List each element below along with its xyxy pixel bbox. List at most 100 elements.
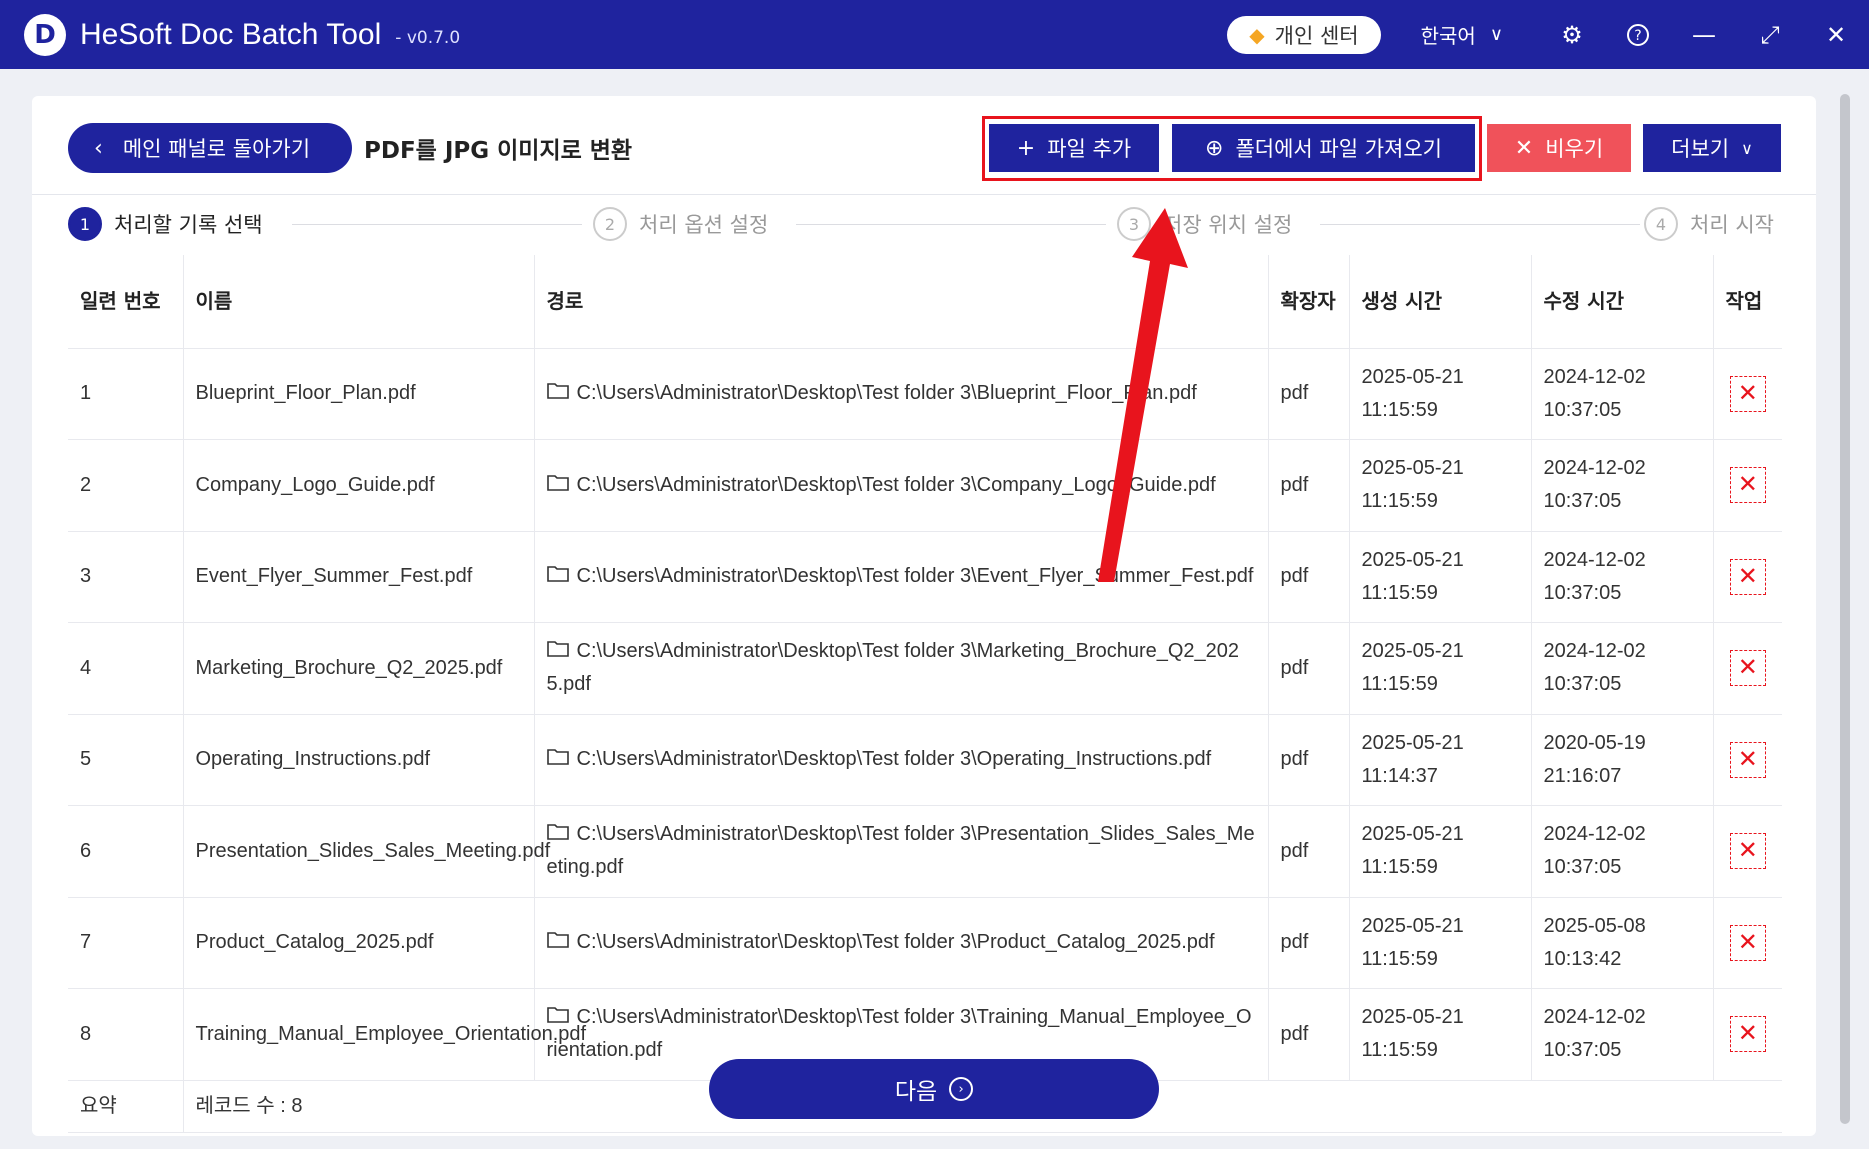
row-number-text: 1 [80,382,92,405]
step-save-location: 3 저장 위치 설정 [1117,207,1292,241]
file-path-text: C:\Users\Administrator\Desktop\Test fold… [576,748,1212,771]
import-folder-button[interactable]: ⊕ 폴더에서 파일 가져오기 [1172,124,1475,172]
next-button[interactable]: 다음 › [709,1059,1159,1119]
table-row: 7 Product_Catalog_2025.pdf C:\Users\Admini… [68,897,1782,989]
delete-row-icon[interactable]: ✕ [1729,741,1766,778]
row-number-text: 8 [80,1022,92,1045]
back-to-main-button[interactable]: ‹ 메인 패널로 돌아가기 [68,123,352,173]
add-file-button[interactable]: + 파일 추가 [989,124,1159,172]
folder-icon[interactable] [546,926,569,959]
divider [32,194,1816,195]
user-center-button[interactable]: ◆ 개인 센터 [1227,15,1381,54]
column-header: 수정 시간 [1531,255,1714,349]
row-number: 3 [68,531,184,623]
file-name-text: Product_Catalog_2025.pdf [195,931,434,954]
folder-icon[interactable] [546,377,569,410]
step-start-processing: 4 처리 시작 [1644,207,1774,241]
close-icon[interactable]: ✕ [1803,0,1869,69]
file-extension-text: pdf [1280,839,1309,862]
delete-row-icon[interactable]: ✕ [1729,1016,1766,1053]
table-row: 4 Marketing_Brochure_Q2_2025.pdf C:\Users\… [68,622,1782,715]
step-label: 처리 옵션 설정 [639,213,769,237]
file-extension: pdf [1268,714,1350,806]
modified-time: 2024-12-02 10:37:05 [1531,622,1714,715]
file-extension-text: pdf [1280,565,1309,588]
file-path: C:\Users\Administrator\Desktop\Test fold… [534,348,1269,440]
table-header-row: 일련 번호 이름 경로 확장자 생성 시간 수정 시간 작업 [68,255,1782,349]
more-button[interactable]: 더보기 ∨ [1643,124,1781,172]
row-action: ✕ [1713,348,1782,440]
close-icon: ✕ [1514,135,1534,161]
file-name: Product_Catalog_2025.pdf [183,897,535,989]
minimize-icon[interactable]: — [1671,0,1737,69]
row-action: ✕ [1713,439,1782,532]
gear-icon[interactable]: ⚙ [1539,0,1605,69]
created-time-text: 2025-05-21 11:15:59 [1361,823,1464,879]
step-connector [292,224,582,225]
chevron-left-icon: ‹ [94,135,103,161]
table-row: 3 Event_Flyer_Summer_Fest.pdf C:\Users\Adm… [68,531,1782,623]
column-header: 이름 [183,255,535,349]
row-number: 7 [68,897,184,989]
row-number: 1 [68,348,184,440]
language-label: 한국어 [1420,24,1476,48]
folder-icon[interactable] [546,818,569,851]
row-number-text: 5 [80,748,92,771]
question-icon[interactable]: ? [1605,0,1671,69]
file-path: C:\Users\Administrator\Desktop\Test fold… [534,714,1269,806]
created-time-text: 2025-05-21 11:15:59 [1361,914,1464,970]
file-extension: pdf [1268,531,1350,623]
delete-row-icon[interactable]: ✕ [1729,650,1766,687]
user-center-label: 개인 센터 [1274,23,1359,48]
delete-row-icon[interactable]: ✕ [1729,558,1766,595]
created-time: 2025-05-21 11:15:59 [1349,805,1532,898]
row-number-text: 4 [80,656,92,679]
next-label: 다음 [894,1079,938,1105]
arrow-right-circle-icon: › [949,1077,974,1101]
chevron-down-icon: ∨ [1489,24,1503,45]
delete-row-icon[interactable]: ✕ [1729,375,1766,412]
file-extension: pdf [1268,988,1350,1081]
step-select-records: 1 처리할 기록 선택 [68,207,263,241]
folder-icon[interactable] [546,743,569,776]
scrollbar[interactable] [1836,80,1854,1140]
modified-time: 2024-12-02 10:37:05 [1531,805,1714,898]
file-name-text: Presentation_Slides_Sales_Meeting.pdf [195,839,551,862]
step-label: 처리 시작 [1690,213,1774,237]
delete-row-icon[interactable]: ✕ [1729,924,1766,961]
file-path: C:\Users\Administrator\Desktop\Test fold… [534,805,1269,898]
table-row: 6 Presentation_Slides_Sales_Meeting.pdf C:… [68,805,1782,898]
row-number: 5 [68,714,184,806]
clear-button[interactable]: ✕ 비우기 [1487,124,1631,172]
column-header: 확장자 [1268,255,1350,349]
modified-time-text: 2025-05-08 10:13:42 [1543,914,1646,970]
file-name: Blueprint_Floor_Plan.pdf [183,348,535,440]
row-number-text: 6 [80,839,92,862]
file-name-text: Event_Flyer_Summer_Fest.pdf [195,565,473,588]
scroll-thumb[interactable] [1840,94,1850,1124]
language-select[interactable]: 한국어 ∨ [1421,20,1503,49]
app-logo: D [24,13,66,56]
folder-icon[interactable] [546,635,569,668]
delete-row-icon[interactable]: ✕ [1729,833,1766,870]
delete-row-icon[interactable]: ✕ [1729,467,1766,504]
row-action: ✕ [1713,897,1782,989]
expand-icon[interactable]: ⤢ [1737,0,1803,69]
summary-label: 요약 [68,1080,184,1133]
folder-icon[interactable] [546,1001,569,1034]
file-path: C:\Users\Administrator\Desktop\Test fold… [534,531,1269,623]
file-name: Training_Manual_Employee_Orientation.pdf [183,988,586,1081]
app-title: HeSoft Doc Batch Tool [80,17,382,51]
created-time: 2025-05-21 11:15:59 [1349,348,1532,440]
records-table: 일련 번호 이름 경로 확장자 생성 시간 수정 시간 작업 1 Blueprin… [68,255,1782,1133]
created-time-text: 2025-05-21 11:14:37 [1361,731,1464,787]
file-path-text: C:\Users\Administrator\Desktop\Test fold… [576,382,1197,405]
modified-time: 2025-05-08 10:13:42 [1531,897,1714,989]
step-number: 2 [593,207,627,241]
step-number: 1 [68,207,102,241]
row-number: 2 [68,439,184,532]
folder-icon[interactable] [546,469,569,502]
created-time-text: 2025-05-21 11:15:59 [1361,457,1464,513]
step-label: 저장 위치 설정 [1163,213,1293,237]
folder-icon[interactable] [546,560,569,593]
